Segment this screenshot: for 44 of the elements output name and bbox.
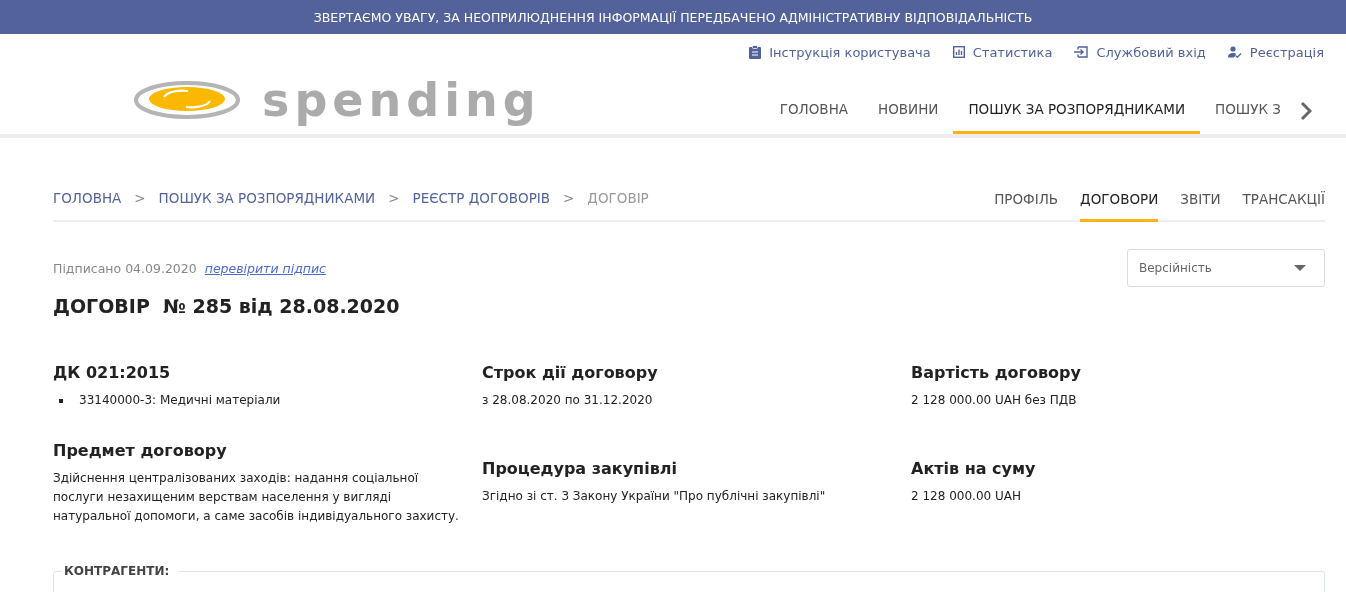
field-value: 2 128 000.00 UAH без ПДВ	[911, 392, 1078, 409]
dropdown-caret-icon	[1294, 265, 1306, 271]
field-heading: Вартість договору	[911, 363, 1082, 382]
user-check-icon	[1227, 46, 1242, 58]
field-heading: Процедура закупівлі	[482, 459, 678, 478]
field-heading: Предмет договору	[53, 441, 228, 460]
nav-tab[interactable]: ПОШУК З	[1200, 87, 1296, 134]
bullet-icon	[59, 398, 63, 403]
signed-date: Підписано 04.09.2020	[53, 260, 197, 276]
chevron-right-icon[interactable]	[1300, 100, 1312, 121]
login-icon	[1074, 46, 1089, 58]
nav-tab[interactable]: НОВИНИ	[863, 87, 954, 134]
breadcrumb-separator: >	[134, 190, 146, 206]
field-value: 33140000-3: Медичні матеріали	[79, 392, 282, 409]
verify-signature-link[interactable]: перевірити підпис	[204, 260, 326, 276]
top-link[interactable]: Статистика	[952, 40, 1053, 64]
tab[interactable]: ЗВІТИ	[1180, 191, 1221, 222]
field-heading: Актів на суму	[911, 459, 1037, 478]
breadcrumb-link[interactable]: ПОШУК ЗА РОЗПОРЯДНИКАМИ	[158, 190, 376, 206]
contract-title: ДОГОВІР № 285 від 28.08.2020	[53, 295, 401, 317]
field-value: 2 128 000.00 UAH	[911, 488, 1022, 505]
field-value: Згідно зі ст. 3 Закону України "Про публічні закупівлі"	[482, 488, 827, 505]
top-link[interactable]: Реєстрація	[1227, 40, 1324, 64]
clipboard-icon	[749, 45, 762, 59]
logo-icon	[134, 80, 240, 120]
field-heading: ДК 021:2015	[53, 363, 172, 382]
contractors-legend: КОНТРАГЕНТИ:	[62, 564, 180, 578]
tab[interactable]: ДОГОВОРИ	[1080, 191, 1159, 222]
notice-banner: ЗВЕРТАЄМО УВАГУ, ЗА НЕОПРИЛЮДНЕННЯ ІНФОРМАЦІЇ ПЕРЕДБАЧЕНО АДМІНІСТРАТИВНУ ВІДПОВІДАЛЬНІСТЬ	[0, 0, 1346, 34]
top-link[interactable]: Службовий вхід	[1074, 40, 1206, 64]
breadcrumb-separator: >	[388, 190, 400, 206]
version-select[interactable]: Версійність	[1127, 249, 1325, 287]
breadcrumb-link[interactable]: ГОЛОВНА	[53, 190, 122, 206]
top-link[interactable]: Інструкція користувача	[749, 40, 931, 64]
current-page-label: ДОГОВІР	[587, 190, 649, 206]
field-value: Здійснення централізованих заходів: надання соціальної послуги незахищеним верствам населення у вигляді натуральної допомоги, а саме засобів індивідуального захисту.	[53, 470, 460, 525]
tab[interactable]: ТРАНСАКЦІЇ	[1242, 191, 1325, 222]
tab[interactable]: ПРОФІЛЬ	[994, 191, 1059, 222]
breadcrumb-link[interactable]: РЕЄСТР ДОГОВОРІВ	[412, 190, 551, 206]
chart-icon	[952, 46, 965, 58]
field-heading: Строк дії договору	[482, 363, 659, 382]
nav-tab[interactable]: ГОЛОВНА	[764, 87, 864, 134]
field-value: з 28.08.2020 по 31.12.2020	[482, 392, 654, 409]
breadcrumb-separator: >	[563, 190, 575, 206]
